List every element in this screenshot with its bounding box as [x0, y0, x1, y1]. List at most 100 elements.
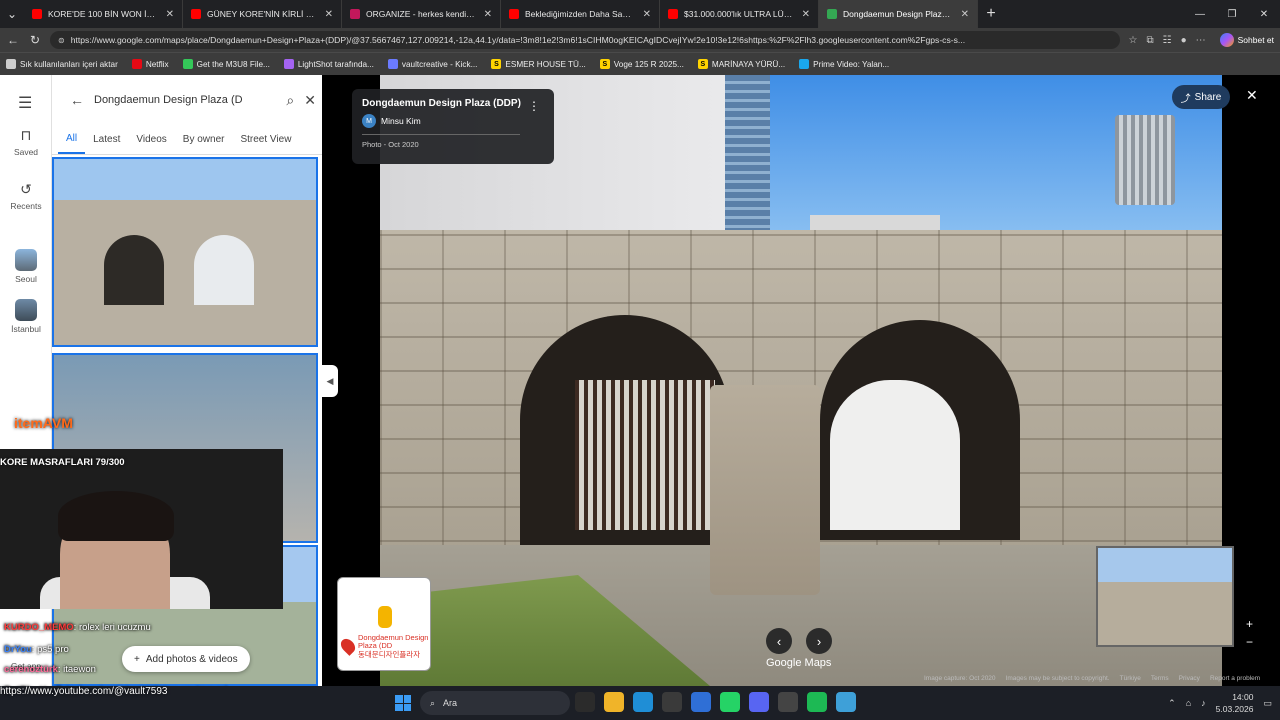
chat-text: : rolex leri ucuzmu	[73, 622, 151, 633]
tab-close-icon[interactable]: ✕	[166, 9, 174, 20]
bookmark-item[interactable]: S Voge 125 R 2025...	[599, 59, 684, 69]
place-title[interactable]: Dongdaemun Design Plaza (DDP)	[362, 98, 544, 109]
more-icon[interactable]: ⋯	[1196, 35, 1206, 46]
extensions-icon[interactable]: ⧉	[1146, 35, 1153, 46]
filter-tab[interactable]: By owner	[175, 126, 233, 153]
notification-icon[interactable]: ▭	[1263, 698, 1272, 709]
edge-icon[interactable]	[633, 692, 653, 712]
toolbar-icons: ☆ ⧉ ☷ ● ⋯	[1128, 35, 1205, 46]
search-icon[interactable]: ⌕	[286, 92, 294, 109]
profile-icon[interactable]: ●	[1181, 35, 1187, 46]
bookmark-item[interactable]: LightShot tarafında...	[283, 59, 374, 69]
previous-photo-button[interactable]: ‹	[766, 628, 792, 654]
back-arrow-icon[interactable]: ←	[70, 92, 84, 108]
steam-icon[interactable]	[778, 692, 798, 712]
search-query[interactable]: Dongdaemun Design Plaza (D	[94, 94, 276, 106]
bookmark-item[interactable]: Sık kullanılanları içeri aktar	[6, 59, 118, 69]
filter-tab[interactable]: Street View	[232, 126, 299, 153]
minimize-icon[interactable]: —	[1184, 0, 1216, 28]
taskbar-search[interactable]: ⌕ Ara	[420, 691, 570, 715]
pegman-icon[interactable]	[378, 606, 392, 628]
mail-icon[interactable]	[691, 692, 711, 712]
bookmark-item[interactable]: vaultcreative - Kick...	[387, 59, 478, 69]
browser-tab[interactable]: $31.000.000'lık ULTRA LÜKS Deniz ✕	[660, 0, 819, 28]
store-icon[interactable]	[662, 692, 682, 712]
bookmark-label: vaultcreative - Kick...	[401, 59, 478, 69]
webcam-overlay	[0, 449, 283, 609]
task-view-icon[interactable]	[575, 692, 595, 712]
tab-close-icon[interactable]: ✕	[961, 9, 969, 20]
bookmark-label: Voge 125 R 2025...	[613, 59, 684, 69]
tab-close-icon[interactable]: ✕	[643, 9, 651, 20]
add-photos-button[interactable]: + Add photos & videos	[122, 646, 250, 672]
collapse-panel-button[interactable]: ◀	[322, 365, 338, 397]
chat-message: DrYou: ps5 pro	[4, 644, 69, 655]
photo-thumbnail[interactable]	[52, 157, 318, 347]
author-row[interactable]: M Minsu Kim	[362, 114, 544, 128]
spotify-icon[interactable]	[807, 692, 827, 712]
browser-tab[interactable]: ORGANIZE - herkes kendine yakışa ✕	[342, 0, 501, 28]
bookmark-icon: S	[599, 59, 610, 69]
start-icon[interactable]	[395, 695, 411, 711]
browser-tab[interactable]: Beklediğimizden Daha Samimi Bir ✕	[501, 0, 660, 28]
footer-link[interactable]: Privacy	[1179, 675, 1200, 682]
volume-icon[interactable]: ♪	[1201, 698, 1206, 708]
browser-tab[interactable]: KORE'DE 100 BİN WON İLE BİR GÜ ✕	[24, 0, 183, 28]
filter-tab[interactable]: Latest	[85, 126, 128, 153]
bookmark-item[interactable]: Get the M3U8 File...	[182, 59, 270, 69]
copilot-button[interactable]: Sohbet et	[1214, 33, 1274, 47]
favorite-star-icon[interactable]: ☆	[1128, 35, 1137, 46]
app-icon[interactable]	[836, 692, 856, 712]
back-icon[interactable]: ←	[6, 33, 20, 47]
history-icon: ↺	[20, 181, 32, 197]
rail-item-saved[interactable]: ⊓ Saved	[0, 127, 52, 157]
favorites-icon[interactable]: ☷	[1163, 35, 1172, 46]
photo-preview-thumbnail[interactable]	[1096, 546, 1234, 647]
address-bar[interactable]: ⊜ https://www.google.com/maps/place/Dong…	[50, 31, 1121, 49]
bookmark-item[interactable]: Prime Video: Yalan...	[799, 59, 889, 69]
next-photo-button[interactable]: ›	[806, 628, 832, 654]
whatsapp-icon[interactable]	[720, 692, 740, 712]
discord-icon[interactable]	[749, 692, 769, 712]
close-window-icon[interactable]: ✕	[1248, 0, 1280, 28]
chat-message: cerenoztürk: itaewon	[4, 664, 96, 675]
rail-item-istanbul[interactable]: İstanbul	[0, 299, 52, 334]
zoom-in-button[interactable]: +	[1246, 615, 1253, 633]
site-info-icon[interactable]: ⊜	[58, 36, 65, 45]
more-options-icon[interactable]: ⋮	[528, 99, 540, 113]
browser-tab[interactable]: GÜNEY KORE'NİN KİRLİ GECE HAYA ✕	[183, 0, 342, 28]
tab-close-icon[interactable]: ✕	[484, 9, 492, 20]
search-label: Ara	[443, 698, 458, 708]
zoom-out-button[interactable]: −	[1246, 633, 1253, 651]
close-icon[interactable]: ✕	[304, 92, 316, 109]
rail-item-recents[interactable]: ↺ Recents	[0, 181, 52, 211]
footer-link[interactable]: Terms	[1151, 675, 1169, 682]
tab-favicon-icon	[509, 9, 519, 19]
file-explorer-icon[interactable]	[604, 692, 624, 712]
bookmark-item[interactable]: Netflix	[131, 59, 169, 69]
restore-icon[interactable]: ❐	[1216, 0, 1248, 28]
close-viewer-icon[interactable]: ✕	[1246, 87, 1258, 104]
filter-tab[interactable]: All	[58, 125, 86, 154]
bookmark-item[interactable]: S ESMER HOUSE TÜ...	[491, 59, 586, 69]
footer-link: Images may be subject to copyright.	[1005, 675, 1110, 682]
footer-link[interactable]: Report a problem	[1210, 675, 1260, 682]
tab-close-icon[interactable]: ✕	[802, 9, 810, 20]
footer-link[interactable]: Türkiye	[1120, 675, 1141, 682]
new-tab-button[interactable]: +	[978, 5, 1004, 23]
filter-tab[interactable]: Videos	[128, 126, 174, 153]
copilot-icon	[1219, 33, 1234, 47]
tab-close-icon[interactable]: ✕	[325, 9, 333, 20]
browser-tab[interactable]: Dongdaemun Design Plaza (DDP) ✕	[819, 0, 978, 28]
network-icon[interactable]: ⌂	[1186, 698, 1191, 708]
share-button[interactable]: ⤴ Share	[1172, 85, 1230, 109]
rail-item-seoul[interactable]: Seoul	[0, 249, 52, 284]
reload-icon[interactable]: ↻	[28, 33, 42, 47]
minimap[interactable]: Dongdaemun Design Plaza (DD 동대문디자인플라자	[337, 577, 431, 671]
tab-list-menu-icon[interactable]: ⌄	[0, 0, 24, 28]
bookmark-item[interactable]: S MARİNAYA YÜRÜ...	[697, 59, 785, 69]
clock[interactable]: 14:00 5.03.2026	[1216, 691, 1254, 715]
tray-expand-icon[interactable]: ⌃	[1168, 698, 1176, 709]
menu-icon[interactable]: ☰	[18, 93, 32, 113]
minimap-korean-name: 동대문디자인플라자	[358, 649, 421, 659]
